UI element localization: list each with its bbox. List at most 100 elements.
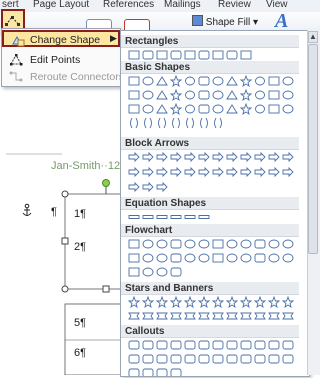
shape-option-icon[interactable] (226, 90, 238, 100)
shape-option-icon[interactable] (240, 312, 252, 320)
shape-option-icon[interactable] (170, 340, 182, 350)
shape-option-icon[interactable] (185, 90, 195, 100)
shape-option-icon[interactable] (212, 90, 224, 100)
shape-option-icon[interactable] (200, 117, 208, 129)
shape-option-icon[interactable] (128, 181, 140, 193)
shape-option-icon[interactable] (198, 215, 210, 219)
shape-option-icon[interactable] (212, 104, 224, 114)
shape-option-icon[interactable] (128, 90, 140, 100)
shape-option-icon[interactable] (268, 166, 280, 178)
shape-option-icon[interactable] (184, 354, 196, 364)
shape-option-icon[interactable] (255, 104, 265, 114)
shape-option-icon[interactable] (142, 267, 154, 277)
shape-option-icon[interactable] (128, 151, 140, 163)
shape-option-icon[interactable] (212, 253, 224, 263)
shape-option-icon[interactable] (172, 117, 180, 129)
shape-option-icon[interactable] (170, 354, 182, 364)
shape-option-icon[interactable] (212, 312, 224, 320)
shape-option-icon[interactable] (240, 239, 252, 249)
shape-option-icon[interactable] (268, 104, 280, 114)
shape-option-icon[interactable] (169, 295, 183, 309)
shape-option-icon[interactable] (128, 166, 140, 178)
shape-option-icon[interactable] (184, 151, 196, 163)
shape-option-icon[interactable] (212, 50, 224, 60)
shape-option-icon[interactable] (156, 76, 168, 86)
shape-option-icon[interactable] (212, 239, 224, 249)
shape-option-icon[interactable] (198, 104, 210, 114)
shape-option-icon[interactable] (156, 215, 168, 219)
shape-option-icon[interactable] (240, 151, 252, 163)
shape-option-icon[interactable] (239, 295, 253, 309)
shape-option-icon[interactable] (142, 340, 154, 350)
shape-option-icon[interactable] (169, 74, 183, 88)
shape-option-icon[interactable] (268, 151, 280, 163)
tab-references[interactable]: References (103, 0, 154, 10)
shape-option-icon[interactable] (226, 239, 238, 249)
shape-option-icon[interactable] (142, 50, 154, 60)
shape-option-icon[interactable] (240, 166, 252, 178)
reroute-connectors-menu-item[interactable]: Reroute Connectors (2, 68, 124, 85)
shape-option-icon[interactable] (142, 104, 154, 114)
shape-option-icon[interactable] (156, 239, 168, 249)
shape-option-icon[interactable] (184, 166, 196, 178)
shape-option-icon[interactable] (170, 215, 182, 219)
shape-option-icon[interactable] (142, 239, 154, 249)
shape-option-icon[interactable] (156, 267, 168, 277)
tab-view[interactable]: View (266, 0, 288, 10)
shape-option-icon[interactable] (239, 88, 253, 102)
shape-option-icon[interactable] (128, 76, 140, 86)
table-cell-text[interactable]: 5¶ (74, 317, 86, 329)
shape-option-icon[interactable] (128, 354, 140, 364)
shape-option-icon[interactable] (128, 104, 140, 114)
shape-option-icon[interactable] (254, 253, 266, 263)
shape-option-icon[interactable] (226, 166, 238, 178)
shape-fill-button[interactable]: Shape Fill ▾ (192, 15, 258, 28)
shape-option-icon[interactable] (281, 295, 295, 309)
shape-option-icon[interactable] (127, 295, 141, 309)
shape-option-icon[interactable] (170, 312, 182, 320)
shape-option-icon[interactable] (184, 215, 196, 219)
shape-option-icon[interactable] (240, 50, 252, 60)
shape-option-icon[interactable] (268, 354, 280, 364)
shape-option-icon[interactable] (156, 50, 168, 60)
shape-option-icon[interactable] (170, 253, 182, 263)
resize-handle[interactable] (61, 285, 69, 293)
shape-option-icon[interactable] (128, 312, 140, 320)
resize-handle[interactable] (61, 190, 69, 198)
shape-option-icon[interactable] (198, 90, 210, 100)
shape-option-icon[interactable] (226, 354, 238, 364)
shape-option-icon[interactable] (142, 90, 154, 100)
shape-option-icon[interactable] (226, 76, 238, 86)
shape-option-icon[interactable] (198, 340, 210, 350)
shape-option-icon[interactable] (282, 151, 294, 163)
shape-option-icon[interactable] (254, 151, 266, 163)
shape-option-icon[interactable] (198, 354, 210, 364)
shape-option-icon[interactable] (128, 239, 140, 249)
shape-option-icon[interactable] (156, 181, 168, 193)
shape-option-icon[interactable] (128, 215, 140, 219)
shape-option-icon[interactable] (170, 151, 182, 163)
scroll-up-icon[interactable]: ▲ (308, 31, 318, 43)
shape-option-icon[interactable] (130, 117, 138, 129)
shape-option-icon[interactable] (253, 295, 267, 309)
shape-option-icon[interactable] (226, 50, 238, 60)
shape-option-icon[interactable] (239, 74, 253, 88)
shape-option-icon[interactable] (282, 340, 294, 350)
shape-option-icon[interactable] (156, 166, 168, 178)
shape-option-icon[interactable] (184, 50, 196, 60)
scrollbar-thumb[interactable] (308, 44, 318, 254)
shape-option-icon[interactable] (226, 312, 238, 320)
shape-option-icon[interactable] (142, 253, 154, 263)
shape-option-icon[interactable] (169, 88, 183, 102)
change-shape-menu-item[interactable]: Change Shape ▶ (2, 30, 120, 47)
shape-option-icon[interactable] (214, 117, 222, 129)
shape-option-icon[interactable] (158, 117, 166, 129)
shape-option-icon[interactable] (142, 181, 154, 193)
shape-option-icon[interactable] (198, 166, 210, 178)
shape-option-icon[interactable] (268, 76, 280, 86)
shape-option-icon[interactable] (198, 239, 210, 249)
shape-option-icon[interactable] (185, 76, 195, 86)
shape-option-icon[interactable] (226, 340, 238, 350)
rotation-handle[interactable] (102, 179, 110, 187)
shape-option-icon[interactable] (282, 104, 294, 114)
